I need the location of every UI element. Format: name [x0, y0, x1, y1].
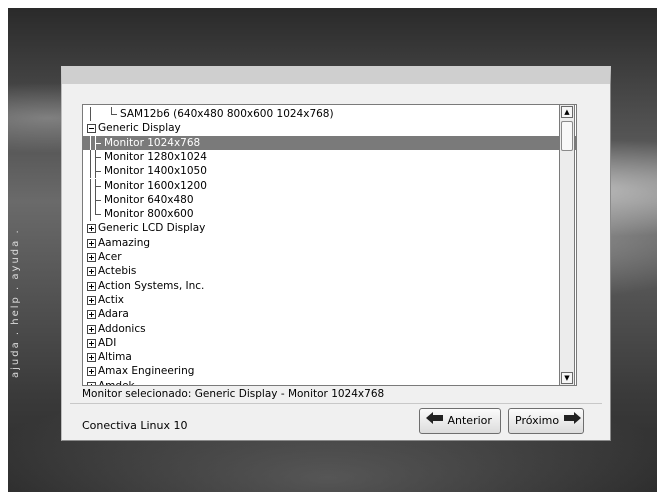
- tree-row-label: Aamazing: [98, 236, 151, 249]
- tree-row[interactable]: Actix: [83, 293, 576, 307]
- collapse-minus-icon[interactable]: [87, 124, 96, 134]
- tree-connector: [90, 178, 91, 193]
- tree-connector: [90, 207, 91, 222]
- tree-connector: [95, 142, 101, 144]
- next-button-label: Próximo: [515, 414, 560, 427]
- tree-connector: [95, 156, 101, 158]
- tree-connector: [95, 199, 101, 201]
- tree-row-label: Generic Display: [98, 122, 181, 135]
- tree-connector: [90, 164, 91, 179]
- tree-row[interactable]: Aamazing: [83, 236, 576, 250]
- expand-plus-icon[interactable]: [87, 267, 96, 277]
- next-button[interactable]: Próximo: [508, 408, 584, 434]
- tree-row-label: ADI: [98, 336, 117, 349]
- tree-row[interactable]: Monitor 800x600: [83, 207, 576, 222]
- expand-plus-icon[interactable]: [87, 310, 96, 320]
- tree-row-label: Monitor 800x600: [104, 208, 194, 221]
- tree-row-label: Addonics: [98, 322, 146, 335]
- tree-row-label: Actebis: [98, 265, 137, 278]
- tree-row-label: Monitor 1400x1050: [104, 165, 207, 178]
- tree-row-label: Monitor 640x480: [104, 193, 194, 206]
- monitor-tree-list[interactable]: SAM12b6 (640x480 800x600 1024x768) Generi…: [82, 104, 577, 386]
- expand-plus-icon[interactable]: [87, 338, 96, 348]
- back-button[interactable]: Anterior: [419, 408, 501, 434]
- footer-divider: [70, 403, 602, 404]
- tree-row[interactable]: Monitor 640x480: [83, 192, 576, 207]
- tree-scrollbar[interactable]: ▲ ▼: [559, 104, 575, 386]
- tree-connector: [90, 107, 91, 121]
- tree-row[interactable]: Adara: [83, 307, 576, 321]
- expand-plus-icon[interactable]: [87, 353, 96, 363]
- tree-connector: [95, 185, 101, 187]
- tree-row[interactable]: Monitor 1400x1050: [83, 164, 576, 179]
- expand-plus-icon[interactable]: [87, 224, 96, 234]
- tree-connector: [95, 214, 101, 216]
- tree-row[interactable]: Monitor 1600x1200: [83, 178, 576, 193]
- tree-row[interactable]: Generic Display: [83, 121, 576, 135]
- tree-row-label: Monitor 1600x1200: [104, 179, 207, 192]
- tree-row[interactable]: Amdek: [83, 379, 576, 386]
- tree-row-label: Actix: [98, 293, 125, 306]
- expand-plus-icon[interactable]: [87, 295, 96, 305]
- tree-row[interactable]: SAM12b6 (640x480 800x600 1024x768): [83, 107, 576, 121]
- selected-monitor-status: Monitor selecionado: Generic Display - M…: [82, 388, 385, 400]
- tree-connector: [90, 135, 91, 150]
- tree-row-label: Altima: [98, 351, 132, 364]
- expand-plus-icon[interactable]: [87, 253, 96, 262]
- tree-row-label: Monitor 1280x1024: [104, 150, 207, 163]
- expand-plus-icon[interactable]: [87, 238, 96, 248]
- scrollbar-thumb[interactable]: [561, 121, 573, 151]
- tree-row[interactable]: Addonics: [83, 322, 576, 336]
- tree-row[interactable]: Altima: [83, 350, 576, 364]
- tree-connector: [90, 192, 91, 207]
- back-button-label: Anterior: [447, 414, 492, 427]
- tree-connector: [111, 107, 112, 114]
- tree-row-label: Monitor 1024x768: [104, 136, 201, 149]
- expand-plus-icon[interactable]: [87, 324, 96, 334]
- tree-row-label: Generic LCD Display: [98, 222, 206, 235]
- tree-row-label: Action Systems, Inc.: [98, 279, 205, 292]
- tree-row-label: Amax Engineering: [98, 365, 195, 378]
- tree-row[interactable]: Actebis: [83, 264, 576, 278]
- tree-row-label: SAM12b6 (640x480 800x600 1024x768): [120, 108, 334, 120]
- tree-row[interactable]: Acer: [83, 250, 576, 264]
- tree-row-label: Acer: [98, 251, 122, 263]
- desktop-background: ajuda . help . ayuda . SAM12b6 (640x480 …: [8, 8, 657, 492]
- expand-plus-icon[interactable]: [87, 281, 96, 291]
- scroll-up-arrow-icon[interactable]: ▲: [561, 106, 573, 118]
- tree-row-label: Adara: [98, 308, 129, 321]
- tree-connector: [95, 171, 101, 173]
- tree-row[interactable]: Monitor 1024x768: [83, 135, 576, 150]
- tree-row[interactable]: Generic LCD Display: [83, 221, 576, 235]
- tree-connector: [90, 149, 91, 164]
- tree-row[interactable]: Monitor 1280x1024: [83, 149, 576, 164]
- tree-row-label: Amdek: [98, 379, 135, 386]
- right-arrow-icon: [563, 409, 581, 433]
- tree-row[interactable]: Amax Engineering: [83, 364, 576, 378]
- scroll-down-arrow-icon[interactable]: ▼: [561, 372, 573, 384]
- expand-plus-icon[interactable]: [87, 367, 96, 377]
- tree-connector: [111, 114, 117, 115]
- tree-row[interactable]: ADI: [83, 336, 576, 350]
- help-side-label[interactable]: ajuda . help . ayuda .: [10, 158, 24, 378]
- left-arrow-icon: [426, 409, 444, 433]
- monitor-selection-dialog: SAM12b6 (640x480 800x600 1024x768) Generi…: [61, 66, 611, 441]
- tree-row[interactable]: Action Systems, Inc.: [83, 279, 576, 293]
- expand-plus-icon[interactable]: [87, 381, 96, 385]
- tree-connector: [95, 207, 96, 215]
- distribution-name: Conectiva Linux 10: [82, 419, 188, 432]
